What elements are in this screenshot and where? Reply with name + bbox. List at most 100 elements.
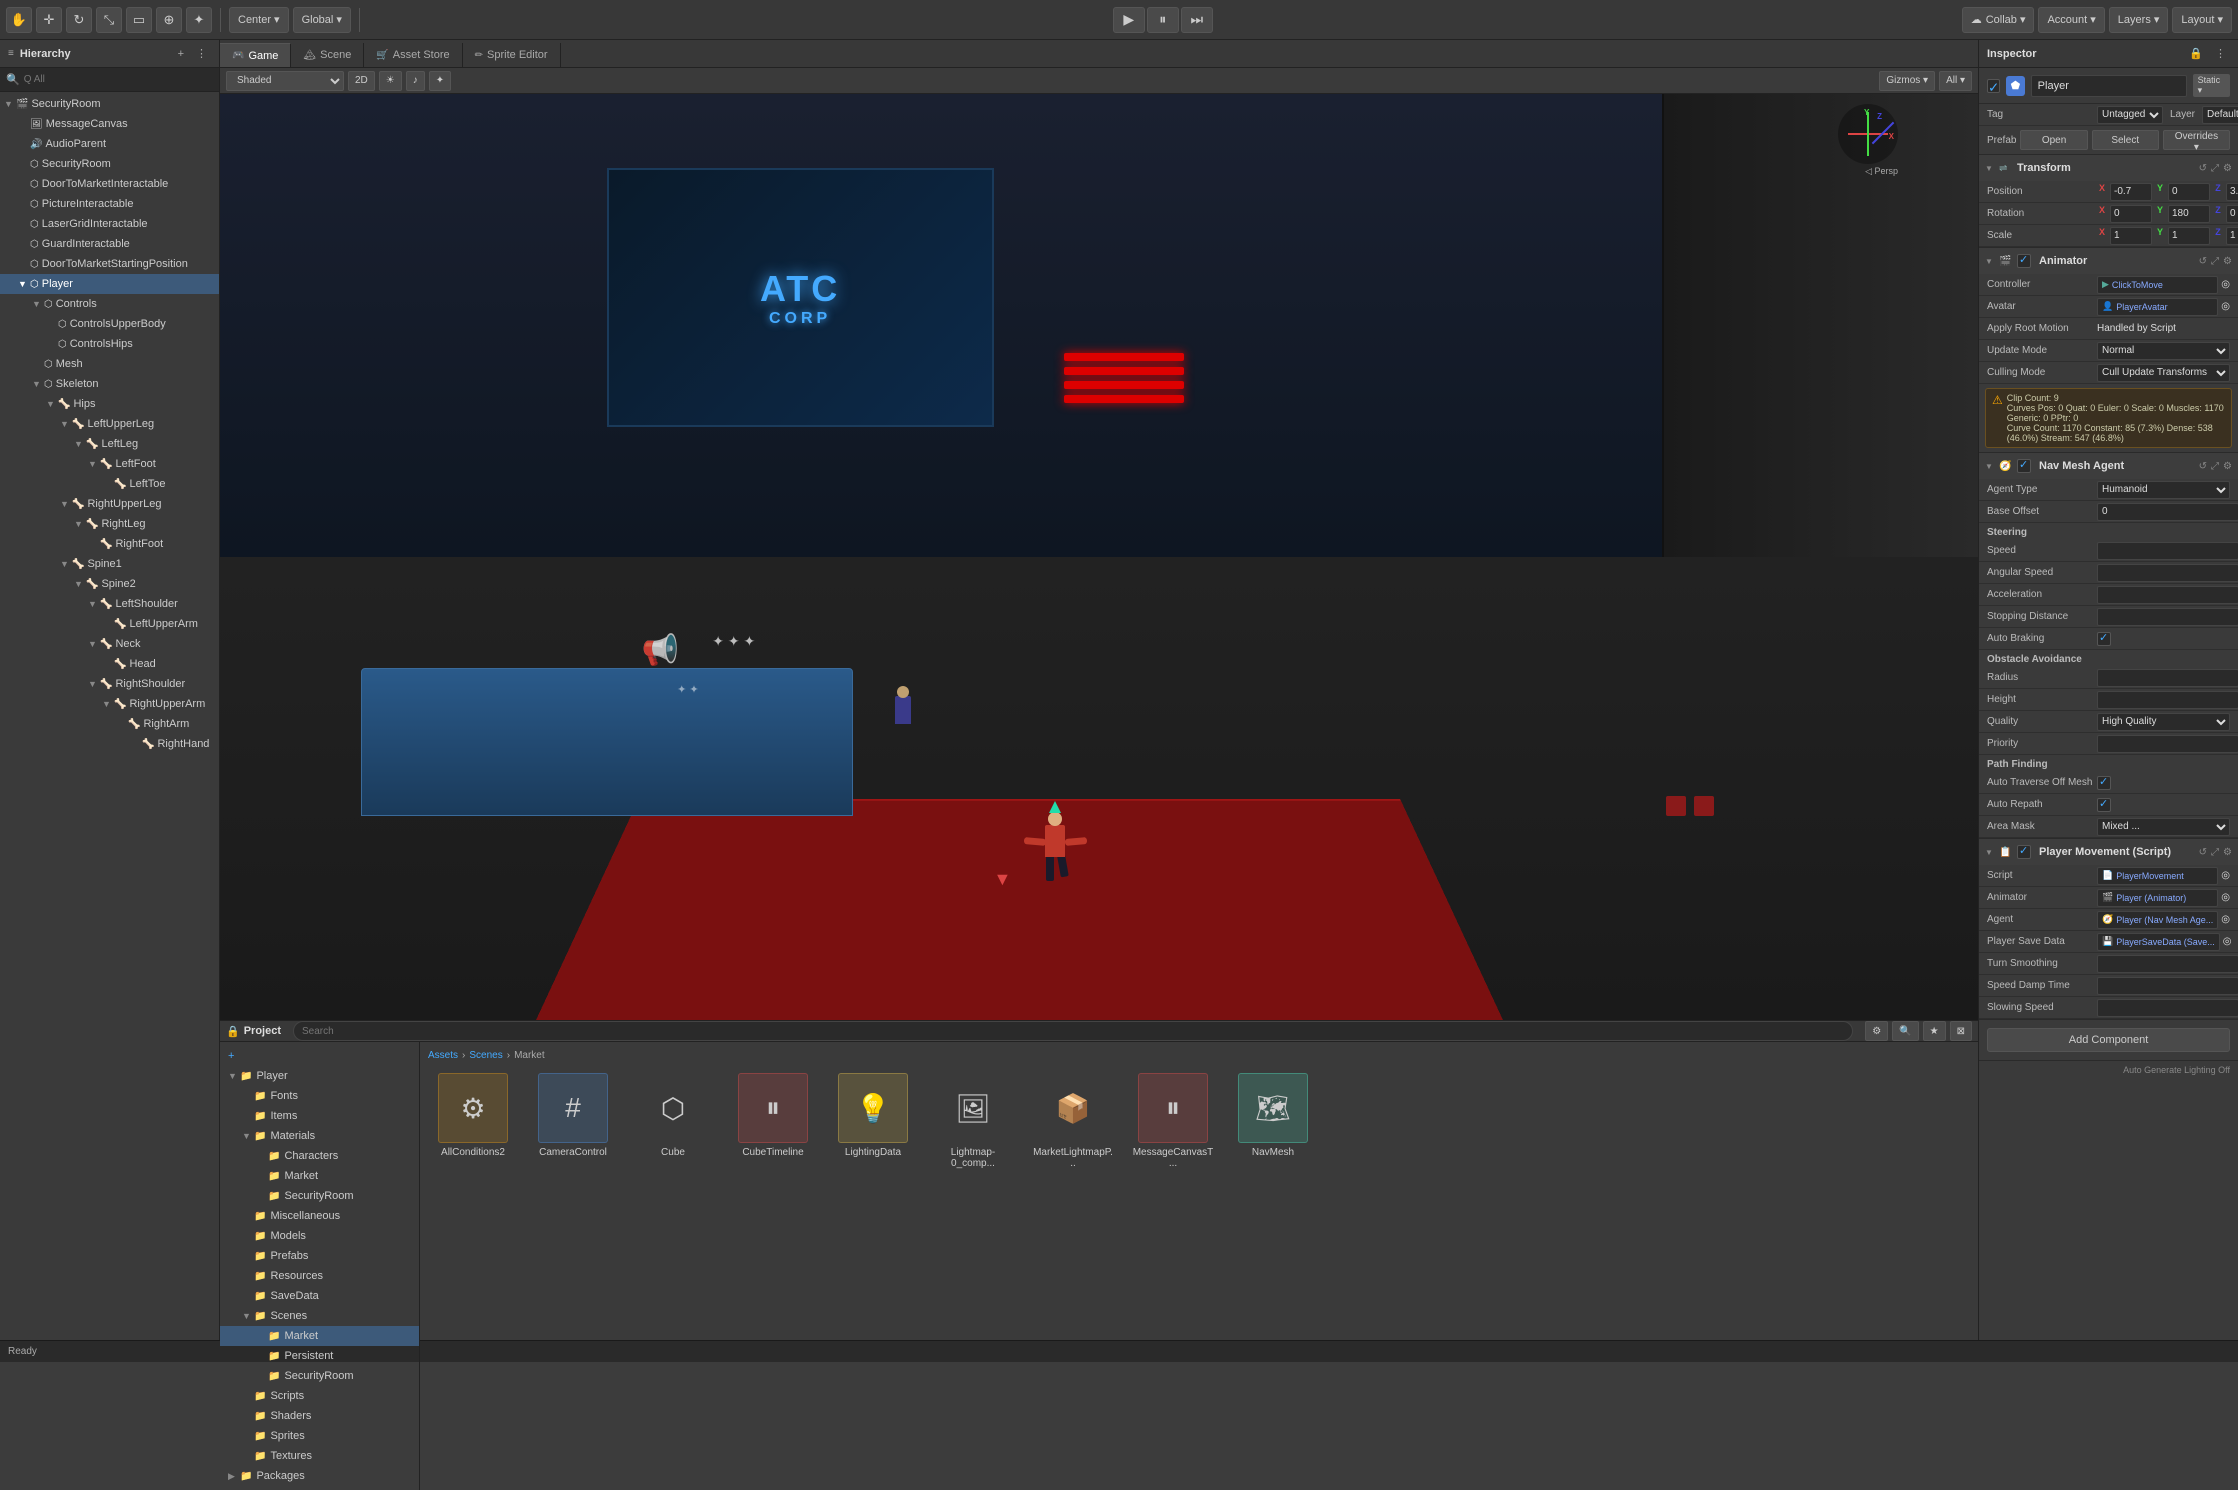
prefab-open-btn[interactable]: Open (2020, 130, 2087, 150)
speed-input[interactable]: 2 (2097, 542, 2238, 560)
ptree-item-SecurityRoom[interactable]: 📁SecurityRoom (220, 1366, 419, 1386)
culling-mode-select[interactable]: Cull Update Transforms Always Animate Cu… (2097, 364, 2230, 382)
space-button[interactable]: Global ▾ (293, 7, 351, 33)
hierarchy-item-Mesh[interactable]: ⬡Mesh (0, 354, 219, 374)
ptree-item-Scripts[interactable]: 📁Scripts (220, 1386, 419, 1406)
ptree-item-Market[interactable]: 📁Market (220, 1166, 419, 1186)
project-find-btn[interactable]: 🔍 (1892, 1021, 1918, 1041)
asset-item-CubeTimeline[interactable]: ⏸CubeTimeline (728, 1069, 818, 1173)
effects-toggle[interactable]: ✦ (429, 71, 451, 91)
pm-enabled-checkbox[interactable] (2017, 845, 2031, 859)
breadcrumb-assets[interactable]: Assets (428, 1050, 458, 1061)
pause-button[interactable]: ⏸ (1147, 7, 1179, 33)
hierarchy-item-LeftLeg[interactable]: ▼🦴LeftLeg (0, 434, 219, 454)
pos-z-input[interactable] (2226, 183, 2238, 201)
project-search-input[interactable] (293, 1021, 1853, 1041)
script-ref-btn[interactable]: 📄 PlayerMovement (2097, 867, 2218, 885)
account-button[interactable]: Account ▾ (2038, 7, 2104, 33)
sc-z-input[interactable] (2226, 227, 2238, 245)
ptree-item-Player[interactable]: ▼📁Player (220, 1066, 419, 1086)
ptree-item-Scenes[interactable]: ▼📁Scenes (220, 1306, 419, 1326)
breadcrumb-scenes[interactable]: Scenes (469, 1050, 502, 1061)
hierarchy-item-RightUpperLeg[interactable]: ▼🦴RightUpperLeg (0, 494, 219, 514)
hierarchy-item-DoorToMarketStartingPosition[interactable]: ⬡DoorToMarketStartingPosition (0, 254, 219, 274)
ptree-item-Sprites[interactable]: 📁Sprites (220, 1426, 419, 1446)
hierarchy-item-LaserGridInteractable[interactable]: ⬡LaserGridInteractable (0, 214, 219, 234)
tool-transform[interactable]: ⊕ (156, 7, 182, 33)
priority-input[interactable]: 50 (2097, 735, 2238, 753)
ptree-item-Resources[interactable]: 📁Resources (220, 1266, 419, 1286)
sc-y-input[interactable] (2168, 227, 2210, 245)
hierarchy-menu-btn[interactable]: ⋮ (192, 45, 211, 62)
tag-select[interactable]: Untagged (2097, 106, 2163, 124)
ptree-item-SecurityRoom[interactable]: 📁SecurityRoom (220, 1186, 419, 1206)
animator-header[interactable]: ▼ 🎬 Animator ↺ ⤢ ⚙ (1979, 248, 2238, 274)
asset-item-NavMesh[interactable]: 🗺NavMesh (1228, 1069, 1318, 1173)
hierarchy-item-LeftToe[interactable]: 🦴LeftToe (0, 474, 219, 494)
asset-item-AllConditions2[interactable]: ⚙AllConditions2 (428, 1069, 518, 1173)
hierarchy-item-Hips[interactable]: ▼🦴Hips (0, 394, 219, 414)
stopping-distance-input[interactable]: 0.15 (2097, 608, 2238, 626)
hierarchy-item-DoorToMarketInteractable[interactable]: ⬡DoorToMarketInteractable (0, 174, 219, 194)
tab-game[interactable]: 🎮 Game (220, 43, 291, 67)
tool-move[interactable]: ✛ (36, 7, 62, 33)
tool-rotate[interactable]: ↻ (66, 7, 92, 33)
player-save-ref-btn[interactable]: 💾 PlayerSaveData (Save... (2097, 933, 2220, 951)
sc-x-input[interactable] (2110, 227, 2152, 245)
transform-menu-icon[interactable]: ⚙ (2223, 163, 2232, 174)
inspector-menu-btn[interactable]: ⋮ (2211, 45, 2230, 62)
hierarchy-search-input[interactable] (24, 74, 213, 85)
project-star-btn[interactable]: ★ (1923, 1021, 1946, 1041)
navmesh-reset-icon[interactable]: ↺ (2199, 461, 2207, 472)
ptree-item-Characters[interactable]: 📁Characters (220, 1146, 419, 1166)
tab-scene[interactable]: 🏔 Scene (291, 43, 364, 67)
hierarchy-item-PictureInteractable[interactable]: ⬡PictureInteractable (0, 194, 219, 214)
hierarchy-item-Neck[interactable]: ▼🦴Neck (0, 634, 219, 654)
turn-smoothing-input[interactable]: 15 (2097, 955, 2238, 973)
ptree-item-Fonts[interactable]: 📁Fonts (220, 1086, 419, 1106)
tool-scale[interactable]: ⤡ (96, 7, 122, 33)
2d-toggle[interactable]: 2D (348, 71, 375, 91)
script-target-icon[interactable]: ◎ (2221, 870, 2230, 881)
animator-expand-icon[interactable]: ⤢ (2211, 256, 2219, 267)
hierarchy-item-Head[interactable]: 🦴Head (0, 654, 219, 674)
ptree-item-Miscellaneous[interactable]: 📁Miscellaneous (220, 1206, 419, 1226)
hierarchy-item-GuardInteractable[interactable]: ⬡GuardInteractable (0, 234, 219, 254)
gizmos-select[interactable]: Gizmos ▾ (1879, 71, 1935, 91)
asset-item-MarketLightmapP[interactable]: 📦MarketLightmapP... (1028, 1069, 1118, 1173)
radius-input[interactable]: 0.5 (2097, 669, 2238, 687)
layer-select[interactable]: Default (2202, 106, 2238, 124)
angular-speed-input[interactable]: 120 (2097, 564, 2238, 582)
rot-x-input[interactable] (2110, 205, 2152, 223)
player-save-target-icon[interactable]: ◎ (2223, 936, 2232, 947)
transform-reset-icon[interactable]: ↺ (2199, 163, 2207, 174)
hierarchy-item-LeftShoulder[interactable]: ▼🦴LeftShoulder (0, 594, 219, 614)
hierarchy-item-LeftUpperArm[interactable]: 🦴LeftUpperArm (0, 614, 219, 634)
hierarchy-item-RightLeg[interactable]: ▼🦴RightLeg (0, 514, 219, 534)
pos-x-input[interactable] (2110, 183, 2152, 201)
speed-damp-time-input[interactable]: 0.1 (2097, 977, 2238, 995)
pos-y-input[interactable] (2168, 183, 2210, 201)
rot-z-input[interactable] (2226, 205, 2238, 223)
controller-target-icon[interactable]: ◎ (2221, 279, 2230, 290)
area-mask-select[interactable]: Mixed ... (2097, 818, 2230, 836)
height-input[interactable]: 2 (2097, 691, 2238, 709)
avatar-target-icon[interactable]: ◎ (2221, 301, 2230, 312)
asset-item-LightingData[interactable]: 💡LightingData (828, 1069, 918, 1173)
asset-item-Lightmap0comp[interactable]: 🖼Lightmap-0_comp... (928, 1069, 1018, 1173)
ptree-item-SaveData[interactable]: 📁SaveData (220, 1286, 419, 1306)
asset-item-MessageCanvasT[interactable]: ⏸MessageCanvasT... (1128, 1069, 1218, 1173)
hierarchy-item-SecurityRoom[interactable]: ▼🎬SecurityRoom (0, 94, 219, 114)
tab-sprite-editor[interactable]: ✏ Sprite Editor (463, 43, 561, 67)
step-button[interactable]: ⏭ (1181, 7, 1213, 33)
slowing-speed-input[interactable]: 0.175 (2097, 999, 2238, 1017)
hierarchy-item-Player[interactable]: ▼⬡Player (0, 274, 219, 294)
ptree-item-Market[interactable]: 📁Market (220, 1326, 419, 1346)
all-layers-select[interactable]: All ▾ (1939, 71, 1972, 91)
ptree-item-Items[interactable]: 📁Items (220, 1106, 419, 1126)
prefab-select-btn[interactable]: Select (2092, 130, 2159, 150)
object-name-input[interactable] (2031, 75, 2187, 97)
pm-animator-target-icon[interactable]: ◎ (2221, 892, 2230, 903)
hierarchy-item-LeftFoot[interactable]: ▼🦴LeftFoot (0, 454, 219, 474)
play-button[interactable]: ▶ (1113, 7, 1145, 33)
